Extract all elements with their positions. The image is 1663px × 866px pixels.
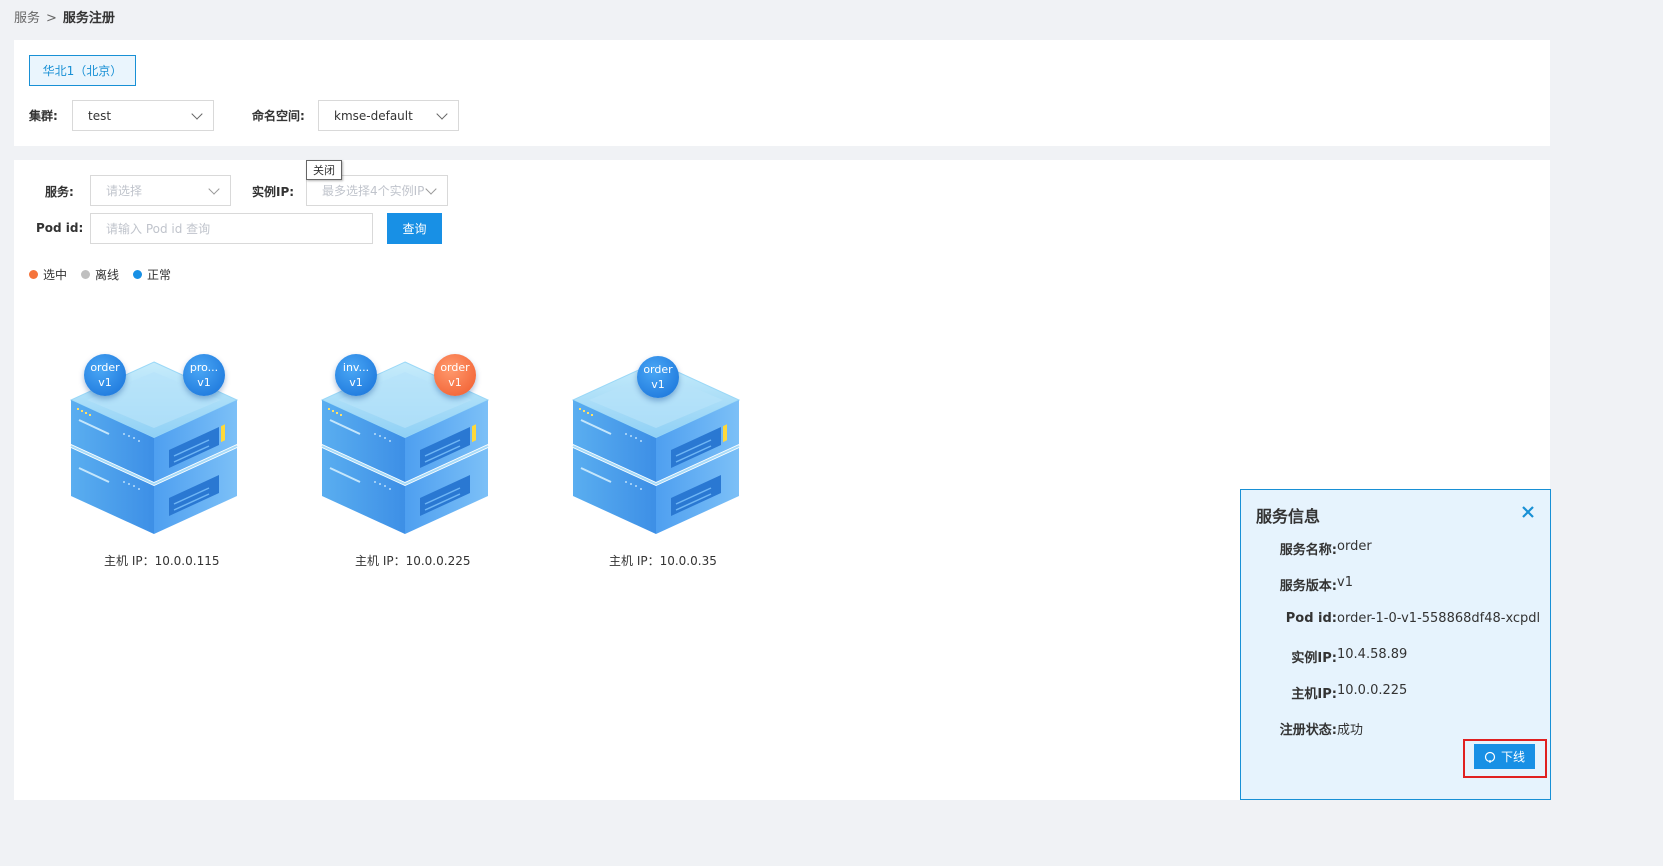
selected-dot-icon (29, 270, 38, 279)
cluster-select[interactable]: test (72, 100, 214, 131)
pod-bubble[interactable]: inv... v1 (335, 354, 377, 396)
chevron-down-icon (191, 108, 203, 120)
pod-name: order (643, 363, 673, 376)
pod-id-input[interactable] (90, 213, 373, 244)
info-value: 成功 (1337, 723, 1364, 738)
query-button[interactable]: 查询 (387, 213, 442, 244)
chevron-down-icon (208, 183, 220, 195)
info-value: order-1-0-v1-558868df48-xcpdl (1337, 611, 1541, 626)
info-key: 服务名称: (1279, 543, 1337, 558)
pod-version: v1 (197, 376, 211, 389)
instance-ip-label: 实例IP: (252, 185, 295, 199)
info-value: 10.4.58.89 (1337, 647, 1408, 662)
pod-name: pro... (189, 361, 219, 374)
pod-name: order (440, 361, 470, 374)
pod-version: v1 (98, 376, 112, 389)
pod-name: order (90, 361, 120, 374)
namespace-select[interactable]: kmse-default (318, 100, 459, 131)
pod-version: v1 (448, 376, 462, 389)
info-key: 实例IP: (1291, 651, 1337, 666)
legend-item-normal: 正常 (133, 266, 171, 283)
pod-bubble[interactable]: order v1 (637, 356, 679, 398)
normal-dot-icon (133, 270, 143, 279)
offline-dot-icon (81, 270, 91, 279)
info-key: 服务版本: (1279, 579, 1337, 594)
pod-bubble[interactable]: pro... v1 (183, 354, 225, 396)
pod-version: v1 (349, 376, 363, 389)
service-select-placeholder: 请选择 (106, 184, 143, 198)
breadcrumb-parent[interactable]: 服务 (14, 11, 40, 26)
cluster-filter-card: 华北1（北京） 集群: test 命名空间: kmse-default (14, 40, 1550, 146)
status-legend: 选中 离线 正常 (29, 266, 171, 283)
info-key: Pod id: (1285, 611, 1337, 626)
pod-id-label: Pod id: (36, 221, 84, 235)
pod-bubble-selected[interactable]: order v1 (434, 354, 476, 396)
pod-version: v1 (651, 378, 665, 391)
namespace-select-value: kmse-default (334, 108, 413, 123)
host-ip-label: 主机 IP：10.0.0.115 (104, 554, 220, 568)
service-label: 服务: (45, 185, 74, 199)
host-ip-label: 主机 IP：10.0.0.35 (609, 554, 717, 568)
info-key: 主机IP: (1291, 687, 1337, 702)
breadcrumb-separator: > (46, 11, 57, 26)
chevron-down-icon (425, 183, 437, 195)
info-value: v1 (1337, 575, 1353, 590)
panel-title: 服务信息 (1256, 507, 1321, 526)
pod-bubble[interactable]: order v1 (84, 354, 126, 396)
legend-item-selected: 选中 (29, 266, 67, 283)
legend-label: 选中 (43, 268, 68, 282)
legend-item-offline: 离线 (81, 266, 119, 283)
instance-ip-placeholder: 最多选择4个实例IP (322, 184, 425, 198)
region-tab[interactable]: 华北1（北京） (29, 55, 136, 86)
breadcrumb-current: 服务注册 (62, 11, 115, 26)
chevron-down-icon (436, 108, 448, 120)
info-value: order (1337, 539, 1372, 554)
service-select[interactable]: 请选择 (90, 175, 231, 206)
close-tooltip[interactable]: 关闭 (306, 160, 342, 180)
offline-button-label: 下线 (1500, 750, 1525, 764)
close-icon[interactable] (1520, 504, 1536, 520)
namespace-label: 命名空间: (252, 109, 305, 123)
host-ip-label: 主机 IP：10.0.0.225 (355, 554, 471, 568)
cluster-label: 集群: (29, 109, 58, 123)
pod-name: inv... (342, 361, 370, 374)
info-value: 10.0.0.225 (1337, 683, 1408, 698)
offline-icon (1484, 751, 1496, 763)
breadcrumb: 服务 > 服务注册 (14, 7, 115, 26)
legend-label: 正常 (147, 268, 172, 282)
cluster-select-value: test (88, 108, 112, 123)
info-key: 注册状态: (1279, 723, 1337, 738)
offline-button[interactable]: 下线 (1474, 744, 1535, 769)
legend-label: 离线 (95, 268, 120, 282)
